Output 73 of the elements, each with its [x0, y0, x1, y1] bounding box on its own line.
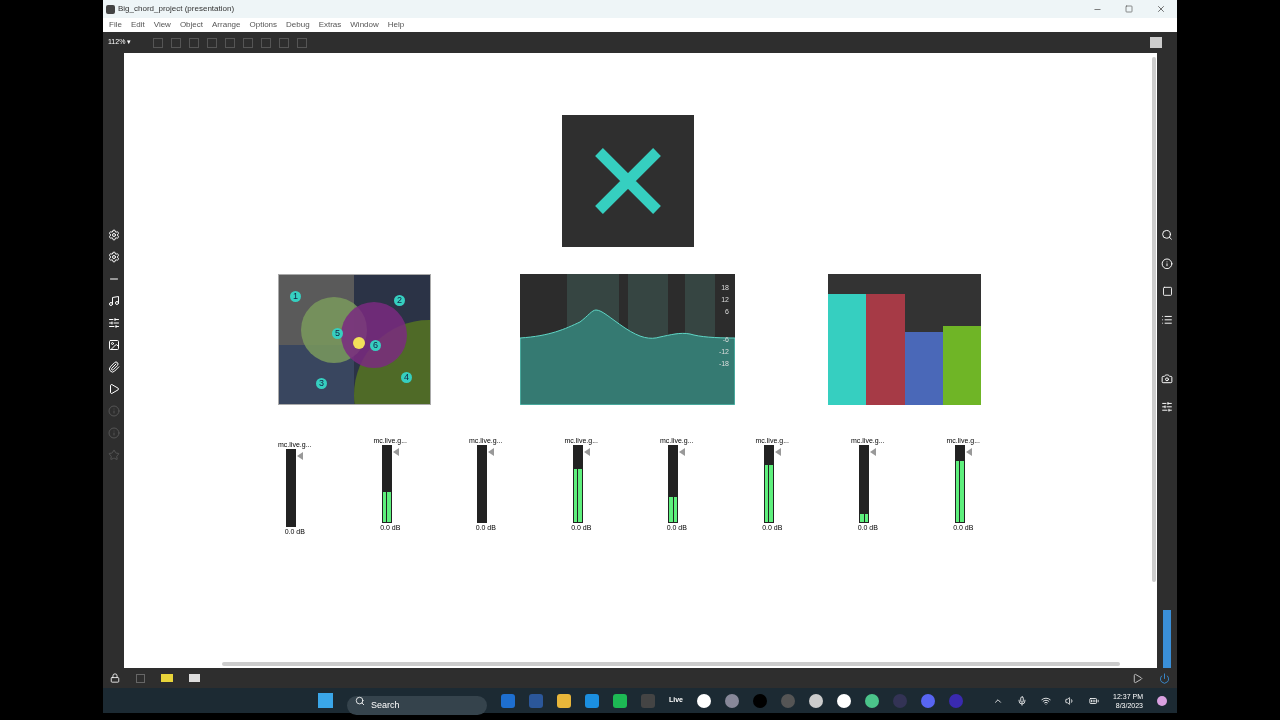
- node-marker[interactable]: 6: [370, 340, 381, 351]
- close-icon[interactable]: [1156, 4, 1166, 14]
- list-icon[interactable]: [1161, 313, 1173, 326]
- menu-item[interactable]: Extras: [318, 19, 342, 31]
- level-meter[interactable]: [477, 445, 488, 523]
- level-meter[interactable]: [381, 445, 392, 523]
- taskbar-app-icon[interactable]: [697, 693, 711, 708]
- horizontal-scrollbar[interactable]: [222, 662, 1120, 666]
- star-icon[interactable]: [107, 449, 120, 461]
- level-meter-icon: [1163, 609, 1171, 669]
- node-marker[interactable]: 1: [290, 291, 301, 302]
- gain-pointer-icon[interactable]: [583, 448, 590, 456]
- gear-icon[interactable]: [107, 229, 120, 241]
- microphone-icon[interactable]: [1017, 695, 1028, 706]
- menu-item[interactable]: Window: [350, 19, 379, 31]
- paperclip-icon[interactable]: [107, 361, 120, 373]
- node-marker[interactable]: 4: [401, 372, 412, 383]
- power-icon[interactable]: [1159, 672, 1170, 684]
- level-meter[interactable]: [763, 445, 774, 523]
- menu-item[interactable]: View: [153, 19, 171, 31]
- gain-pointer-icon[interactable]: [774, 448, 781, 456]
- level-meter[interactable]: [286, 449, 297, 527]
- slider-track[interactable]: [942, 274, 981, 405]
- close-button[interactable]: [562, 115, 694, 247]
- play-icon[interactable]: [1132, 672, 1143, 684]
- search-icon: [355, 695, 365, 706]
- avatar[interactable]: [1157, 695, 1167, 706]
- search-icon[interactable]: [1161, 229, 1173, 241]
- level-meter[interactable]: [954, 445, 965, 523]
- start-icon[interactable]: [318, 693, 333, 708]
- sliders-icon[interactable]: [1161, 401, 1173, 413]
- menu-item[interactable]: Arrange: [212, 19, 241, 31]
- volume-icon[interactable]: [1065, 695, 1076, 706]
- node-marker[interactable]: 3: [316, 378, 327, 389]
- taskbar-app-icon[interactable]: [557, 693, 571, 708]
- battery-icon[interactable]: [1089, 695, 1100, 706]
- slider-track[interactable]: [904, 274, 943, 405]
- taskbar-app-icon[interactable]: [865, 693, 879, 708]
- slider-bar[interactable]: [942, 326, 981, 405]
- play-icon[interactable]: [107, 383, 120, 395]
- level-meter[interactable]: [572, 445, 583, 523]
- gain-pointer-icon[interactable]: [870, 448, 877, 456]
- level-meter[interactable]: [668, 445, 679, 523]
- node-marker[interactable]: 2: [394, 295, 405, 306]
- x-icon: [593, 146, 663, 216]
- taskbar-app-icon[interactable]: [809, 693, 823, 708]
- wifi-icon[interactable]: [1041, 695, 1052, 706]
- camera-icon[interactable]: [1161, 372, 1173, 385]
- level-meter[interactable]: [859, 445, 870, 523]
- taskbar-app-icon[interactable]: [837, 693, 851, 708]
- maximize-icon[interactable]: [1125, 5, 1133, 13]
- menu-item[interactable]: File: [109, 19, 122, 31]
- menu-item[interactable]: Edit: [130, 19, 145, 31]
- gain-pointer-icon[interactable]: [679, 448, 686, 456]
- menu-item[interactable]: Debug: [286, 19, 310, 31]
- nodes-panel[interactable]: 1 2 3 4 5 6: [278, 274, 431, 405]
- search-field[interactable]: Search: [347, 695, 487, 715]
- gain-pointer-icon[interactable]: [488, 448, 495, 456]
- sliders-icon[interactable]: [107, 317, 120, 329]
- image-icon[interactable]: [107, 339, 120, 351]
- menu-item[interactable]: Object: [179, 19, 203, 31]
- node-marker[interactable]: 5: [332, 328, 343, 339]
- vertical-scrollbar[interactable]: [1151, 57, 1156, 582]
- slider-bar[interactable]: [904, 331, 943, 405]
- menu-item[interactable]: Options: [249, 19, 278, 31]
- taskbar-app-icon[interactable]: [613, 693, 627, 708]
- window-title: Big_chord_project (presentation): [118, 3, 235, 15]
- lock-icon[interactable]: [110, 673, 120, 683]
- gain-pointer-icon[interactable]: [965, 448, 972, 456]
- gain-pointer-icon[interactable]: [297, 452, 304, 460]
- music-note-icon[interactable]: [107, 295, 120, 307]
- menu-item[interactable]: Help: [387, 19, 405, 31]
- gain-pointer-icon[interactable]: [392, 448, 399, 456]
